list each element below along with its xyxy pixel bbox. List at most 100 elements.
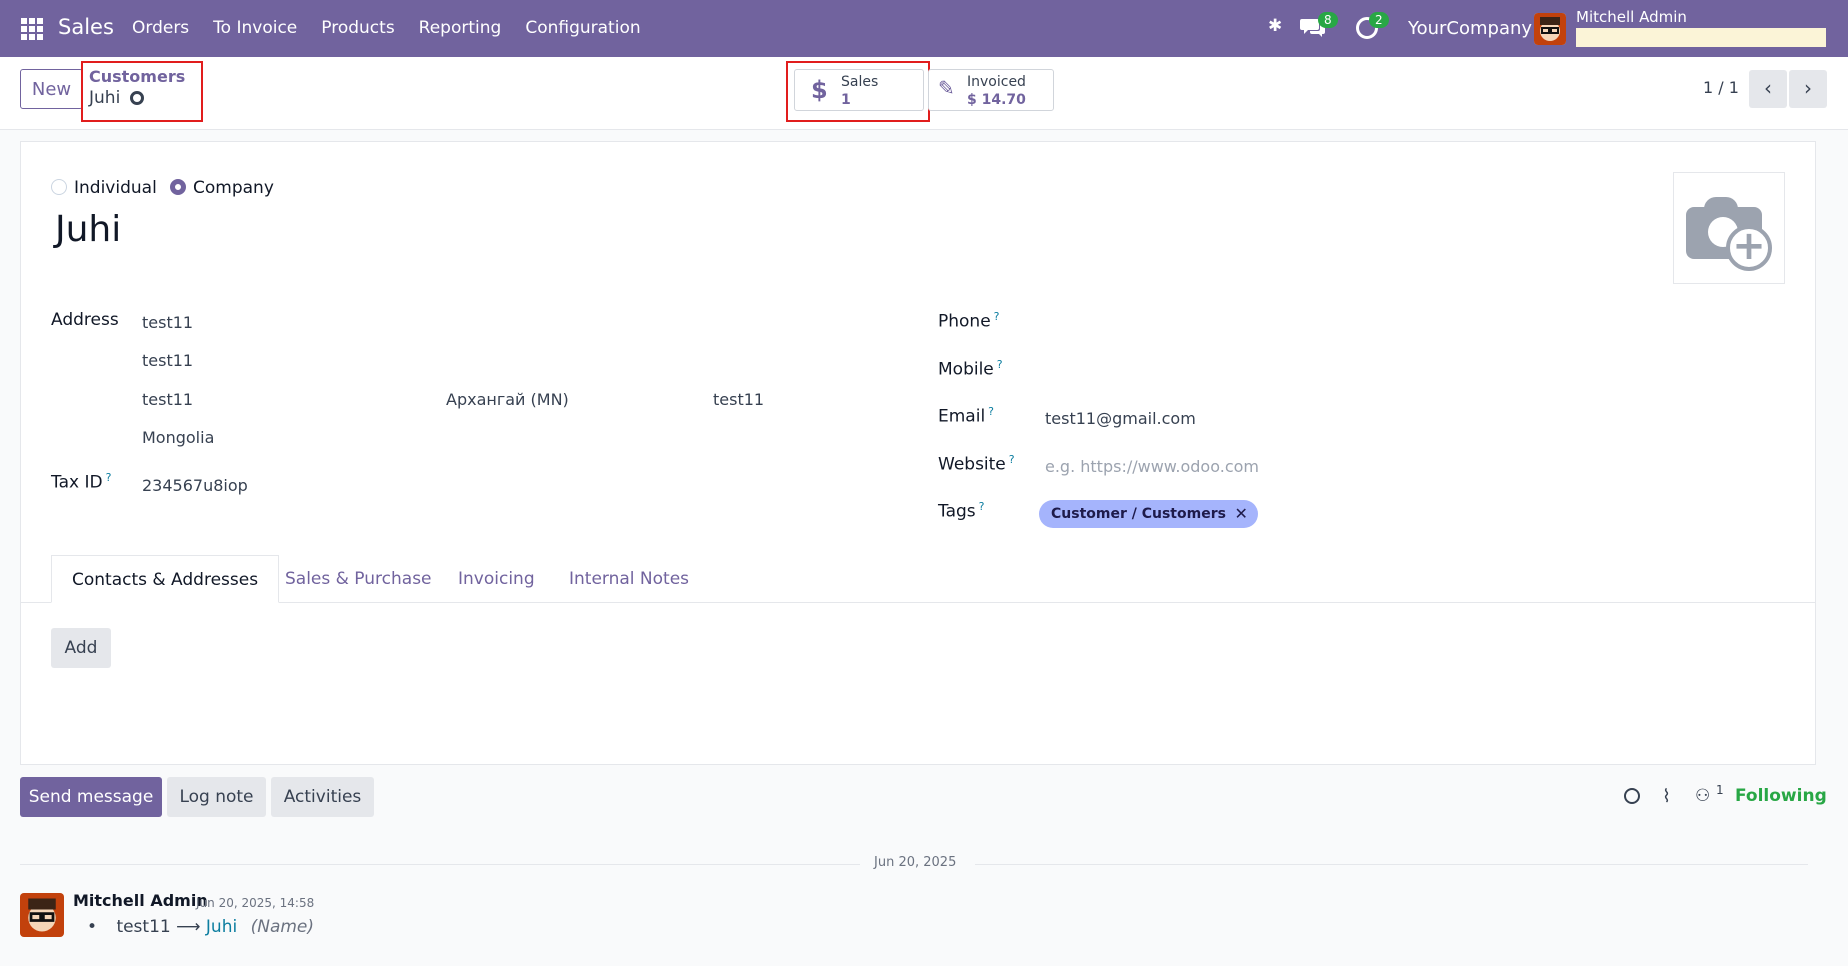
remove-tag-icon[interactable]: ✕ xyxy=(1235,500,1248,528)
menu-products[interactable]: Products xyxy=(321,18,394,38)
notebook-tabs: Contacts & Addresses Sales & Purchase In… xyxy=(21,555,1815,603)
control-panel: New Customers Juhi $ Sales 1 ✎ Invoiced … xyxy=(0,57,1848,130)
website-label: Website? xyxy=(938,453,1015,475)
street2-field[interactable]: test11 xyxy=(142,351,193,370)
attachment-icon[interactable]: ⌇ xyxy=(1662,786,1671,807)
mobile-label: Mobile? xyxy=(938,358,1003,380)
tracking-change: • test11 ⟶ Juhi (Name) xyxy=(87,917,314,937)
tag-label: Customer / Customers xyxy=(1051,506,1226,522)
menu-to-invoice[interactable]: To Invoice xyxy=(213,18,297,38)
date-separator-line xyxy=(975,864,1808,865)
help-icon[interactable]: ? xyxy=(1009,453,1015,466)
country-field[interactable]: Mongolia xyxy=(142,428,214,447)
radio-individual-label: Individual xyxy=(74,178,157,198)
help-icon[interactable]: ? xyxy=(988,405,994,418)
changed-field: (Name) xyxy=(250,917,315,937)
tags-label-text: Tags xyxy=(938,501,976,522)
activities-badge: 2 xyxy=(1369,12,1389,28)
image-upload[interactable]: + xyxy=(1673,172,1785,284)
date-separator-text: Jun 20, 2025 xyxy=(874,855,957,870)
tax-id-label-text: Tax ID xyxy=(51,472,103,493)
help-icon[interactable]: ? xyxy=(979,500,985,513)
menu-reporting[interactable]: Reporting xyxy=(419,18,502,38)
breadcrumb-customers[interactable]: Customers xyxy=(89,67,185,86)
help-icon[interactable]: ? xyxy=(997,358,1003,371)
breadcrumb-current: Juhi xyxy=(89,88,144,108)
phone-label-text: Phone xyxy=(938,311,991,332)
old-value: test11 xyxy=(116,917,171,937)
new-button[interactable]: New xyxy=(20,69,83,109)
top-navbar: Sales Orders To Invoice Products Reporti… xyxy=(0,0,1848,57)
dollar-icon: $ xyxy=(811,76,828,104)
pager-next-button[interactable]: › xyxy=(1789,70,1827,108)
user-avatar[interactable] xyxy=(1534,13,1566,45)
partner-name-field[interactable]: Juhi xyxy=(55,209,121,250)
tags-label: Tags? xyxy=(938,500,984,522)
debug-icon[interactable]: ✱ xyxy=(1268,16,1288,36)
messages-badge: 8 xyxy=(1318,12,1338,28)
add-contact-button[interactable]: Add xyxy=(51,628,111,668)
edit-icon: ✎ xyxy=(938,76,955,100)
plus-icon: + xyxy=(1726,225,1772,271)
tab-sales-purchase[interactable]: Sales & Purchase xyxy=(285,555,432,603)
activities-button[interactable]: Activities xyxy=(271,777,374,817)
top-menu: Orders To Invoice Products Reporting Con… xyxy=(132,18,641,38)
date-separator: Jun 20, 2025 xyxy=(20,854,1808,874)
form-sheet: Individual Company Juhi + Address test11… xyxy=(20,141,1816,765)
radio-company-dot[interactable] xyxy=(170,179,186,195)
mobile-label-text: Mobile xyxy=(938,359,994,380)
sales-stat-label: Sales xyxy=(841,74,879,90)
tab-contacts-addresses[interactable]: Contacts & Addresses xyxy=(51,555,280,603)
company-switcher[interactable]: YourCompany xyxy=(1408,18,1532,39)
tax-id-field[interactable]: 234567u8iop xyxy=(142,476,248,495)
phone-label: Phone? xyxy=(938,310,1000,332)
sales-stat-value: 1 xyxy=(841,92,851,108)
radio-individual-dot[interactable] xyxy=(51,179,67,195)
followers-icon[interactable]: ⚇ xyxy=(1695,786,1710,806)
website-label-text: Website xyxy=(938,454,1006,475)
app-grid-icon[interactable] xyxy=(21,18,43,40)
tab-invoicing[interactable]: Invoicing xyxy=(458,555,535,603)
message-timestamp: Jun 20, 2025, 14:58 xyxy=(196,896,315,910)
gear-icon[interactable] xyxy=(129,91,144,105)
help-icon[interactable]: ? xyxy=(106,471,112,484)
address-label: Address xyxy=(51,310,119,330)
pager-previous-button[interactable]: ‹ xyxy=(1749,70,1787,108)
website-field[interactable]: e.g. https://www.odoo.com xyxy=(1045,457,1259,476)
arrow-right-icon: ⟶ xyxy=(176,917,206,937)
help-icon[interactable]: ? xyxy=(994,310,1000,323)
invoiced-stat-value: $ 14.70 xyxy=(967,92,1026,108)
date-separator-line xyxy=(20,864,860,865)
breadcrumb-current-label: Juhi xyxy=(89,88,121,108)
tab-internal-notes[interactable]: Internal Notes xyxy=(569,555,689,603)
menu-configuration[interactable]: Configuration xyxy=(525,18,640,38)
street-field[interactable]: test11 xyxy=(142,313,193,332)
radio-company[interactable]: Company xyxy=(170,178,274,198)
message-avatar[interactable] xyxy=(20,893,64,937)
email-field[interactable]: test11@gmail.com xyxy=(1045,409,1196,428)
state-field[interactable]: Архангай (MN) xyxy=(446,390,569,409)
user-name[interactable]: Mitchell Admin xyxy=(1576,8,1687,26)
followers-count: 1 xyxy=(1716,783,1724,797)
email-label: Email? xyxy=(938,405,994,427)
zip-field[interactable]: test11 xyxy=(713,390,764,409)
tag-chip: Customer / Customers ✕ xyxy=(1039,500,1258,528)
pager-value[interactable]: 1 / 1 xyxy=(1703,78,1739,97)
search-icon[interactable] xyxy=(1624,788,1640,804)
invoiced-stat-button[interactable]: ✎ Invoiced $ 14.70 xyxy=(928,69,1054,111)
bullet-icon: • xyxy=(87,917,98,937)
menu-orders[interactable]: Orders xyxy=(132,18,189,38)
tax-id-label: Tax ID? xyxy=(51,471,111,493)
app-name[interactable]: Sales xyxy=(58,15,114,39)
sales-stat-button[interactable]: $ Sales 1 xyxy=(794,69,924,111)
send-message-button[interactable]: Send message xyxy=(20,777,162,817)
city-field[interactable]: test11 xyxy=(142,390,193,409)
log-note-button[interactable]: Log note xyxy=(167,777,266,817)
following-button[interactable]: Following xyxy=(1735,786,1827,806)
invoiced-stat-label: Invoiced xyxy=(967,74,1026,90)
user-info-bar xyxy=(1576,28,1826,47)
email-label-text: Email xyxy=(938,406,986,427)
message-author[interactable]: Mitchell Admin xyxy=(73,891,208,910)
new-value: Juhi xyxy=(205,917,238,937)
radio-individual[interactable]: Individual xyxy=(51,178,157,198)
